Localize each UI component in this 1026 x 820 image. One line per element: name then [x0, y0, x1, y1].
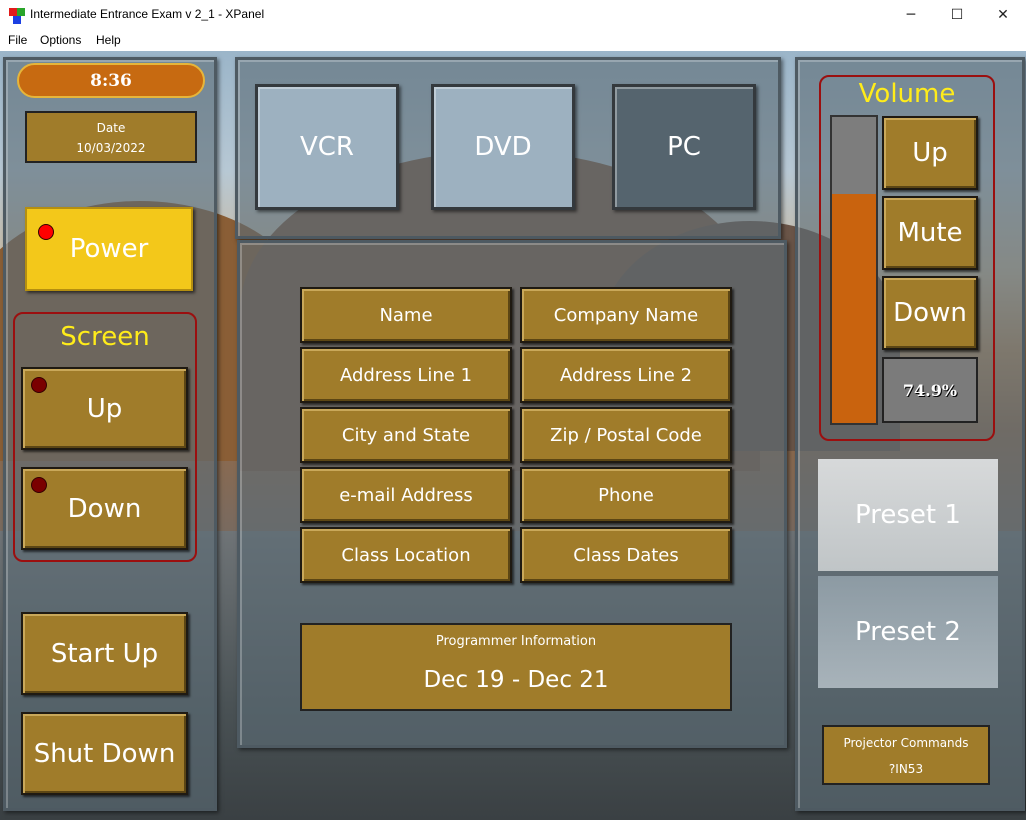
start-up-button[interactable]: Start Up — [21, 612, 188, 695]
screen-up-button[interactable]: Up — [21, 367, 188, 450]
source-dvd-button[interactable]: DVD — [431, 84, 575, 210]
volume-mute-button[interactable]: Mute — [882, 196, 978, 270]
menu-options[interactable]: Options — [40, 33, 81, 47]
city-state-button[interactable]: City and State — [300, 407, 512, 463]
date-box: Date 10/03/2022 — [25, 111, 197, 163]
power-button[interactable]: Power — [25, 207, 193, 291]
zip-code-button[interactable]: Zip / Postal Code — [520, 407, 732, 463]
screen-down-indicator-icon — [31, 477, 47, 493]
screen-up-label: Up — [86, 393, 123, 424]
screen-down-label: Down — [67, 493, 142, 524]
app-icon — [9, 8, 25, 24]
address-line-1-button[interactable]: Address Line 1 — [300, 347, 512, 403]
menu-file[interactable]: File — [8, 33, 27, 47]
projector-label: Projector Commands — [843, 736, 969, 750]
volume-title: Volume — [858, 79, 956, 109]
preset-1-button[interactable]: Preset 1 — [818, 459, 998, 571]
source-pc-button[interactable]: PC — [612, 84, 756, 210]
class-location-button[interactable]: Class Location — [300, 527, 512, 583]
volume-down-button[interactable]: Down — [882, 276, 978, 350]
power-label: Power — [69, 234, 149, 264]
power-indicator-icon — [38, 224, 54, 240]
maximize-icon[interactable]: ☐ — [934, 0, 980, 30]
clock-display: 8:36 — [17, 63, 205, 98]
volume-up-button[interactable]: Up — [882, 116, 978, 190]
minimize-icon[interactable]: ─ — [888, 0, 934, 30]
programmer-dates: Dec 19 - Dec 21 — [423, 667, 609, 693]
date-value: 10/03/2022 — [76, 141, 146, 155]
title-bar: Intermediate Entrance Exam v 2_1 - XPane… — [0, 0, 1026, 30]
name-button[interactable]: Name — [300, 287, 512, 343]
preset-2-button[interactable]: Preset 2 — [818, 576, 998, 688]
company-name-button[interactable]: Company Name — [520, 287, 732, 343]
email-button[interactable]: e-mail Address — [300, 467, 512, 523]
date-label: Date — [96, 121, 126, 135]
menu-bar: File Options Help — [0, 30, 1026, 51]
source-vcr-button[interactable]: VCR — [255, 84, 399, 210]
window-title: Intermediate Entrance Exam v 2_1 - XPane… — [30, 7, 265, 21]
volume-level-fill — [832, 193, 876, 423]
screen-up-indicator-icon — [31, 377, 47, 393]
projector-commands-box: Projector Commands ?IN53 — [822, 725, 990, 785]
screen-down-button[interactable]: Down — [21, 467, 188, 550]
phone-button[interactable]: Phone — [520, 467, 732, 523]
volume-level-bar — [830, 115, 878, 425]
programmer-info-box: Programmer Information Dec 19 - Dec 21 — [300, 623, 732, 711]
programmer-label: Programmer Information — [435, 634, 597, 649]
class-dates-button[interactable]: Class Dates — [520, 527, 732, 583]
address-line-2-button[interactable]: Address Line 2 — [520, 347, 732, 403]
screen-title: Screen — [60, 322, 150, 352]
volume-percent: 74.9% — [882, 357, 978, 423]
close-icon[interactable]: ✕ — [980, 0, 1026, 30]
shut-down-button[interactable]: Shut Down — [21, 712, 188, 795]
menu-help[interactable]: Help — [96, 33, 121, 47]
projector-command-value: ?IN53 — [888, 762, 924, 776]
